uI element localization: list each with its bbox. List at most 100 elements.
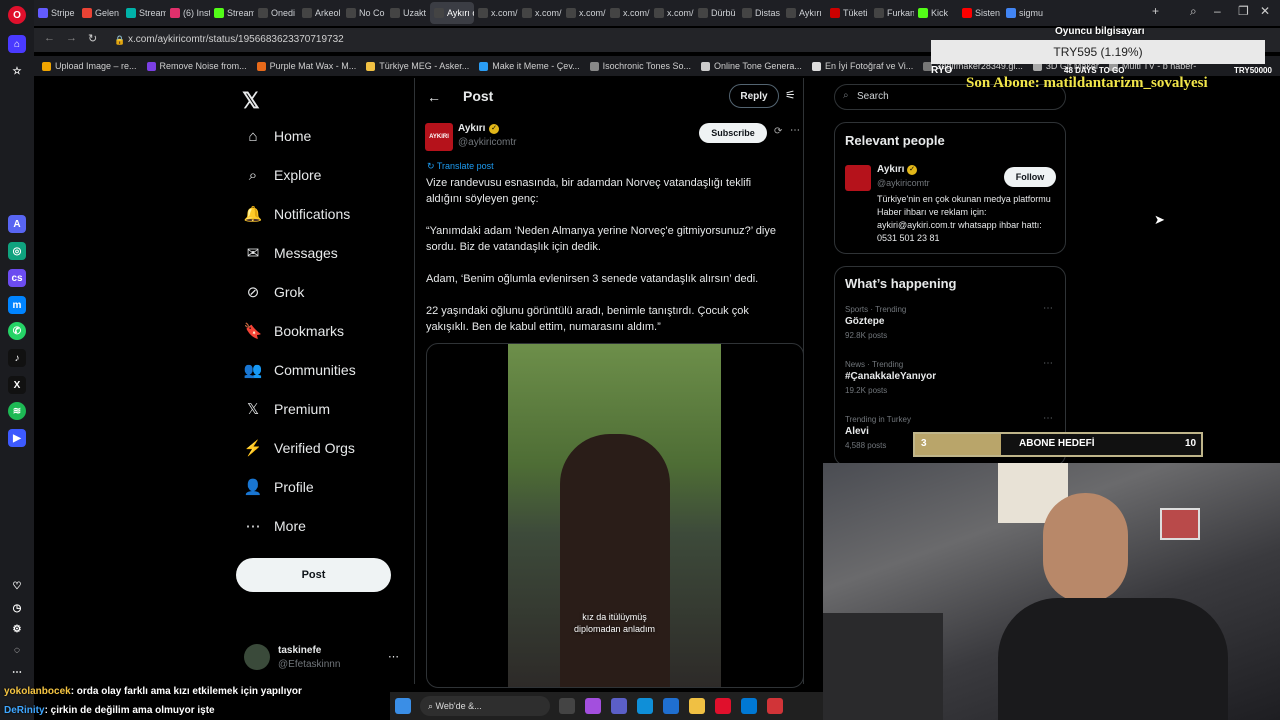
minimize-icon[interactable]: –: [1214, 4, 1221, 18]
settings-gear-icon[interactable]: ⚙: [8, 620, 26, 638]
browser-tab[interactable]: Dürbü: [694, 2, 738, 24]
browser-tab[interactable]: No Co: [342, 2, 386, 24]
browser-tab[interactable]: x.com/: [474, 2, 518, 24]
nav-item-grok[interactable]: ⊘ Grok: [244, 283, 305, 301]
reply-button[interactable]: Reply: [729, 84, 779, 108]
nav-item-bookmarks[interactable]: 🔖 Bookmarks: [244, 322, 344, 340]
teams-icon[interactable]: [611, 698, 627, 714]
new-tab-icon[interactable]: +: [1152, 4, 1159, 18]
cs-icon[interactable]: cs: [8, 269, 26, 287]
account-name[interactable]: taskinefe: [278, 645, 321, 656]
browser-tab[interactable]: Stripe: [34, 2, 78, 24]
trend-name[interactable]: #ÇanakkaleYanıyor: [845, 371, 936, 382]
account-more-icon[interactable]: ⋯: [388, 650, 399, 663]
store-icon[interactable]: [663, 698, 679, 714]
home-icon[interactable]: ⌂: [8, 35, 26, 53]
history-icon[interactable]: ◷: [8, 599, 26, 617]
browser-tab[interactable]: Aykırı: [782, 2, 826, 24]
messenger-icon[interactable]: m: [8, 296, 26, 314]
bookmark-item[interactable]: Upload Image – re...: [42, 61, 137, 71]
bookmark-item[interactable]: Türkiye MEG - Asker...: [366, 61, 469, 71]
more-dots-icon[interactable]: ⋯: [8, 663, 26, 681]
browser-tab[interactable]: x.com/: [650, 2, 694, 24]
bulb-icon[interactable]: ◌: [8, 641, 26, 659]
video-frame[interactable]: kız da itülüymüş diplomadan anladım: [508, 344, 721, 687]
explorer-icon[interactable]: [689, 698, 705, 714]
reload-icon[interactable]: ↻: [88, 32, 97, 45]
browser-tab[interactable]: Onedi: [254, 2, 298, 24]
back-arrow-icon[interactable]: ←: [427, 89, 441, 105]
trend-more-icon[interactable]: ⋯: [1043, 358, 1053, 369]
opera-logo-icon[interactable]: O: [8, 6, 26, 24]
grok-icon[interactable]: ⟳: [774, 126, 782, 137]
follow-button[interactable]: Follow: [1004, 167, 1056, 187]
close-window-icon[interactable]: ✕: [1260, 4, 1270, 18]
chatgpt-icon[interactable]: ◎: [8, 242, 26, 260]
back-icon[interactable]: ←: [44, 32, 55, 44]
trend-name[interactable]: Alevi: [845, 426, 869, 437]
opera-taskbar-icon[interactable]: [715, 698, 731, 714]
nav-item-verified-orgs[interactable]: ⚡ Verified Orgs: [244, 439, 355, 457]
author-name[interactable]: Aykırı: [458, 123, 485, 134]
whatsapp-icon[interactable]: ✆: [8, 322, 26, 340]
x-icon[interactable]: X: [8, 376, 26, 394]
nav-item-notifications[interactable]: 🔔 Notifications: [244, 205, 351, 223]
video-container[interactable]: kız da itülüymüş diplomadan anladım: [426, 343, 804, 688]
rp-name[interactable]: Aykırı: [877, 164, 904, 175]
nav-item-premium[interactable]: 𝕏 Premium: [244, 400, 330, 418]
edge-icon[interactable]: [637, 698, 653, 714]
browser-tab[interactable]: Uzakt: [386, 2, 430, 24]
heart-icon[interactable]: ♡: [8, 577, 26, 595]
bookmark-item[interactable]: En İyi Fotoğraf ve Vi...: [811, 61, 913, 71]
browser-tab[interactable]: Kick: [914, 2, 958, 24]
bookmark-item[interactable]: Make it Meme - Çev...: [479, 61, 580, 71]
nav-item-profile[interactable]: 👤 Profile: [244, 478, 314, 496]
spotify-icon[interactable]: ≋: [8, 402, 26, 420]
maximize-icon[interactable]: ❐: [1238, 4, 1249, 18]
browser-tab[interactable]: x.com/: [518, 2, 562, 24]
taskbar-search[interactable]: ⌕ Web'de &...: [420, 696, 550, 716]
player-icon[interactable]: ▶: [8, 429, 26, 447]
nav-item-communities[interactable]: 👥 Communities: [244, 361, 356, 379]
outlook-icon[interactable]: [741, 698, 757, 714]
bookmark-item[interactable]: Isochronic Tones So...: [589, 61, 691, 71]
search-tabs-icon[interactable]: ⌕: [1190, 4, 1197, 19]
browser-tab[interactable]: Gelen: [78, 2, 122, 24]
browser-tab[interactable]: Furkan: [870, 2, 914, 24]
author-avatar[interactable]: AYKIRI: [425, 123, 453, 151]
tiktok-icon[interactable]: ♪: [8, 349, 26, 367]
browser-tab[interactable]: Tüketi: [826, 2, 870, 24]
browser-tab[interactable]: Sisten: [958, 2, 1002, 24]
nav-item-home[interactable]: ⌂ Home: [244, 127, 311, 145]
browser-tab[interactable]: sigmu: [1002, 2, 1046, 24]
forward-icon[interactable]: →: [66, 32, 77, 44]
copilot-icon[interactable]: [585, 698, 601, 714]
bookmark-item[interactable]: Remove Noise from...: [146, 61, 247, 71]
browser-tab[interactable]: Distas: [738, 2, 782, 24]
adjust-icon[interactable]: ⚟: [785, 88, 796, 102]
browser-tab[interactable]: x.com/: [606, 2, 650, 24]
trend-more-icon[interactable]: ⋯: [1043, 413, 1053, 424]
bookmark-item[interactable]: Purple Mat Wax - M...: [256, 61, 356, 71]
url-field[interactable]: 🔒 x.com/aykiricomtr/status/1956683623370…: [114, 31, 954, 49]
bookmark-item[interactable]: Online Tone Genera...: [701, 61, 802, 71]
trend-more-icon[interactable]: ⋯: [1043, 303, 1053, 314]
browser-tab[interactable]: x.com/: [562, 2, 606, 24]
subscribe-button[interactable]: Subscribe: [699, 123, 767, 143]
browser-tab[interactable]: Arkeol: [298, 2, 342, 24]
browser-tab[interactable]: Aykırı on X: [430, 2, 474, 24]
post-button[interactable]: Post: [236, 558, 391, 592]
x-logo-icon[interactable]: 𝕏: [242, 88, 260, 114]
windows-start-icon[interactable]: [395, 698, 411, 714]
trend-name[interactable]: Göztepe: [845, 316, 884, 327]
browser-tab[interactable]: Stream: [122, 2, 166, 24]
task-view-icon[interactable]: [559, 698, 575, 714]
translate-post-link[interactable]: ↻ Translate post: [427, 161, 494, 172]
post-more-icon[interactable]: ⋯: [790, 125, 800, 136]
rp-avatar[interactable]: [845, 165, 871, 191]
account-avatar[interactable]: [244, 644, 270, 670]
nav-item-more[interactable]: ⋯ More: [244, 517, 306, 535]
browser-tab[interactable]: (6) Inst: [166, 2, 210, 24]
star-icon[interactable]: ☆: [8, 62, 26, 80]
aria-icon[interactable]: A: [8, 215, 26, 233]
